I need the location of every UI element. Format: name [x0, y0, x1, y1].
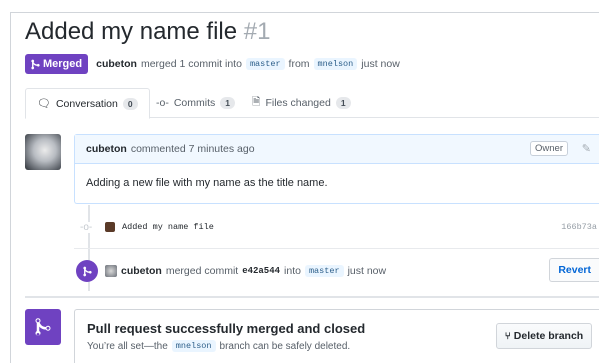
merge-status-subtitle: You’re all set—the mnelson branch can be…: [87, 340, 351, 352]
head-branch[interactable]: mnelson: [313, 58, 358, 70]
commit-row: -o- Added my name file 166b73a: [74, 216, 599, 238]
pr-summary: merged 1 commit into: [140, 58, 242, 70]
owner-badge: Owner: [530, 141, 568, 156]
commit-sha-link[interactable]: 166b73a: [561, 222, 597, 232]
comment-header: cubeton commented 7 minutes ago Owner ✎: [75, 135, 599, 164]
merge-status-title: Pull request successfully merged and clo…: [87, 321, 366, 336]
comment-author-link[interactable]: cubeton: [86, 143, 127, 155]
branch-icon: ⑂: [504, 330, 511, 342]
tab-conversation[interactable]: 🗨︎ Conversation 0: [25, 88, 150, 119]
commit-icon: -o-: [156, 97, 169, 109]
merge-icon: [76, 260, 98, 282]
merge-sha-link[interactable]: e42a544: [242, 266, 280, 276]
pr-number: #1: [243, 18, 271, 45]
tab-counter: 0: [122, 97, 138, 110]
tab-counter: 1: [220, 97, 235, 109]
tab-commits[interactable]: -o- Commits 1: [145, 88, 246, 118]
revert-button[interactable]: Revert: [549, 258, 599, 282]
avatar[interactable]: [105, 222, 115, 232]
pr-title: Added my name file: [25, 18, 238, 45]
divider: [25, 296, 599, 298]
commit-message-link[interactable]: Added my name file: [122, 222, 214, 232]
avatar[interactable]: [25, 134, 61, 170]
merge-status-box: Pull request successfully merged and clo…: [74, 309, 599, 363]
comment-box: cubeton commented 7 minutes ago Owner ✎ …: [74, 134, 599, 204]
merge-event-text: cubeton merged commit e42a544 into maste…: [121, 265, 387, 277]
comment-body: Adding a new file with my name as the ti…: [86, 177, 328, 189]
merge-author-link[interactable]: cubeton: [121, 265, 162, 277]
pr-author-link[interactable]: cubeton: [96, 58, 137, 70]
delete-branch-button[interactable]: ⑂ Delete branch: [496, 323, 592, 349]
pr-meta: Merged cubeton merged 1 commit into mast…: [25, 54, 400, 74]
merge-branch[interactable]: master: [304, 265, 344, 277]
merged-status-icon: [25, 309, 61, 345]
avatar[interactable]: [105, 265, 117, 277]
tab-files-changed[interactable]: 🗎︎ Files changed 1: [241, 88, 362, 118]
pencil-icon[interactable]: ✎: [582, 142, 591, 155]
page-title: Added my name file #1: [25, 16, 270, 48]
merge-icon: [35, 318, 51, 336]
status-badge: Merged: [25, 54, 89, 74]
pr-tabs: 🗨︎ Conversation 0 -o- Commits 1 🗎︎ Files…: [25, 88, 599, 119]
deletable-branch: mnelson: [171, 340, 216, 352]
commit-icon: -o-: [80, 221, 93, 233]
comment-icon: 🗨︎: [37, 98, 51, 110]
merge-event: cubeton merged commit e42a544 into maste…: [74, 258, 599, 284]
base-branch[interactable]: master: [245, 58, 285, 70]
divider: [74, 248, 599, 249]
tab-counter: 1: [335, 97, 351, 109]
from-word: from: [288, 58, 310, 70]
merge-icon: [31, 59, 40, 69]
file-diff-icon: 🗎︎: [252, 96, 261, 108]
comment-action: commented 7 minutes ago: [130, 143, 255, 155]
pr-time: just now: [361, 58, 400, 70]
